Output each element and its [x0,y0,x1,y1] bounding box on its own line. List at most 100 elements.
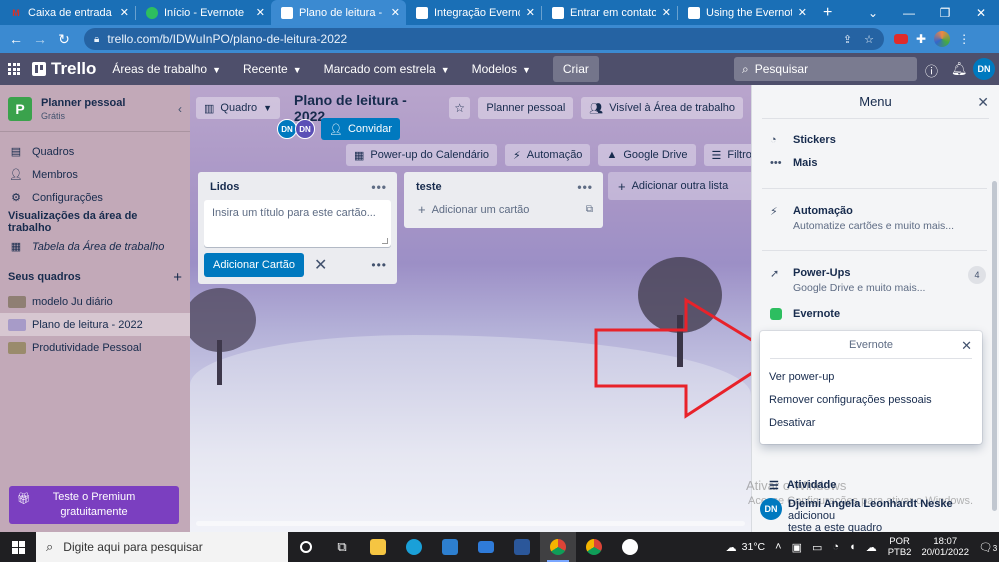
close-icon[interactable]: ✕ [977,94,989,111]
sidebar-item-members[interactable]: 👤︎ Membros [0,163,190,186]
view-switcher[interactable]: ▥ Quadro ▼ [196,97,281,119]
close-window-icon[interactable]: ✕ [963,6,999,20]
premium-trial-button[interactable]: 🎁︎ Teste o Premium gratuitamente [9,486,179,524]
menu-recent[interactable]: Recente ▼ [243,62,302,76]
trello-logo[interactable]: Trello [32,59,96,79]
tab-integracao-evernote[interactable]: Integração Evernote e ✕ [406,0,541,25]
user-avatar[interactable]: DN [973,58,995,80]
onedrive-icon[interactable]: ☁ [866,541,877,554]
word-icon[interactable] [504,532,540,562]
card-title-textarea[interactable]: Insira um título para este cartão... [204,200,391,247]
menu-templates[interactable]: Modelos ▼ [472,62,531,76]
sidebar-item-settings[interactable]: ⚙ Configurações [0,186,190,209]
member-avatar[interactable]: DN [295,119,315,139]
file-explorer-icon[interactable] [360,532,396,562]
edge-icon[interactable] [396,532,432,562]
tab-using-evernote[interactable]: Using the Evernote Po ✕ [678,0,813,25]
close-icon[interactable]: ✕ [798,6,807,19]
sidebar-board-plano-de-leitura[interactable]: Plano de leitura - 2022 [0,313,190,336]
wifi-icon[interactable]: ◔ [832,541,839,553]
menu-workspaces[interactable]: Áreas de trabalho ▼ [112,62,221,76]
menu-item-automation[interactable]: ⚡︎ Automação Automatize cartões e muito … [770,205,954,232]
kebab-menu-icon[interactable]: ⋮ [958,32,970,46]
sidebar-board-modelo-ju[interactable]: modelo Ju diário [0,290,190,313]
activity-avatar[interactable]: DN [760,498,782,520]
collapse-sidebar-icon[interactable]: ‹ [178,102,182,116]
template-icon[interactable]: ⧉ [586,204,593,215]
tab-entrar-em-contato[interactable]: Entrar em contato com ✕ [542,0,677,25]
resize-handle[interactable] [382,238,388,244]
star-board-icon[interactable]: ☆ [448,97,471,119]
menu-item-powerups[interactable]: ➚ Power-Ups Google Drive e muito mais... [770,267,925,294]
notification-center-icon[interactable]: 🗨︎3 [977,541,999,554]
minimize-icon[interactable]: — [891,6,927,20]
workspace-avatar[interactable]: P [8,97,32,121]
add-board-button[interactable]: + [173,269,182,286]
search-input[interactable]: ⌕ Pesquisar [734,57,917,81]
chevron-up-icon[interactable]: ˄ [775,541,781,553]
tab-plano-de-leitura[interactable]: Plano de leitura - 2022 ✕ [271,0,406,25]
tab-evernote[interactable]: Início - Evernote ✕ [136,0,271,25]
close-icon[interactable]: ✕ [314,255,327,275]
sidebar-item-workspace-table[interactable]: ▦ Tabela da Área de trabalho [0,235,190,258]
sidebar-board-produtividade[interactable]: Produtividade Pessoal [0,336,190,359]
automation-button[interactable]: ⚡︎ Automação [505,144,591,166]
close-icon[interactable]: ✕ [961,338,972,354]
network-icon[interactable]: ▭ [812,541,822,554]
menu-item-evernote[interactable]: Evernote [770,308,840,323]
share-icon[interactable]: ⇪ [843,33,852,46]
bookmark-star-icon[interactable]: ☆ [864,33,874,46]
close-icon[interactable]: ✕ [526,6,535,19]
weather-temp[interactable]: 31°C [742,541,765,553]
profile-avatar[interactable] [934,31,951,47]
bell-icon[interactable]: 🔔︎ [951,61,968,77]
composer-menu-icon[interactable]: ••• [371,258,387,272]
menu-starred[interactable]: Marcado com estrela ▼ [324,62,450,76]
windows-start-button[interactable] [0,540,36,554]
app-w-icon[interactable] [612,532,648,562]
activity-user[interactable]: Djeimi Angela Leonhardt Neske [788,498,953,510]
url-field[interactable]: 🔒︎ trello.com/b/IDWuInPO/plano-de-leitur… [84,28,884,50]
remove-settings-item[interactable]: Remover configurações pessoais [760,388,982,411]
tab-search-icon[interactable]: ⌄ [855,6,891,20]
volume-icon[interactable]: ◖ [849,541,856,553]
close-icon[interactable]: ✕ [662,6,671,19]
menu-item-more[interactable]: ••• Mais [770,157,817,169]
create-button[interactable]: Criar [552,56,599,82]
close-icon[interactable]: ✕ [391,6,400,19]
youtube-extension-icon[interactable] [894,34,908,44]
calendar-powerup-button[interactable]: ▦ Power-up do Calendário [346,144,498,166]
disable-item[interactable]: Desativar [760,411,982,434]
tab-gmail[interactable]: M Caixa de entrada (73) ✕ [0,0,135,25]
member-avatar[interactable]: DN [277,119,297,139]
menu-item-stickers[interactable]: ◔ Stickers [770,134,836,146]
puzzle-icon[interactable]: ✚ [916,32,926,46]
reload-icon[interactable]: ↻ [52,31,76,48]
add-card-button[interactable]: Adicionar Cartão [204,253,304,277]
chrome-icon[interactable] [540,532,576,562]
new-tab-button[interactable]: + [823,4,832,22]
task-view-icon[interactable]: ⧉ [324,532,360,562]
cortana-icon[interactable] [288,532,324,562]
app-switcher-icon[interactable] [8,63,20,75]
tray-app-icon[interactable]: ▣ [792,541,802,554]
view-powerup-item[interactable]: Ver power-up [760,365,982,388]
google-drive-button[interactable]: ▲ Google Drive [598,144,696,166]
clock[interactable]: 18:07 20/01/2022 [921,536,969,559]
add-list-button[interactable]: + Adicionar outra lista [608,172,751,200]
visibility-chip[interactable]: 👥︎ Visível à Área de trabalho [581,97,743,119]
invite-button[interactable]: 👤︎ Convidar [321,118,400,140]
chrome-profile-icon[interactable] [576,532,612,562]
filter-button[interactable]: ☰ Filtro [703,144,751,166]
language-indicator[interactable]: POR PTB2 [888,536,912,559]
forward-icon[interactable]: → [28,31,52,47]
list-title[interactable]: teste [416,181,442,193]
taskbar-search-input[interactable]: ⌕ Digite aqui para pesquisar [36,532,288,562]
list-title[interactable]: Lidos [210,181,239,193]
sidebar-item-boards[interactable]: ▤ Quadros [0,140,190,163]
horizontal-scrollbar[interactable] [196,521,745,526]
list-menu-icon[interactable]: ••• [371,180,387,194]
menu-scrollbar[interactable] [992,181,997,511]
close-icon[interactable]: ✕ [120,6,129,19]
close-icon[interactable]: ✕ [256,6,265,19]
